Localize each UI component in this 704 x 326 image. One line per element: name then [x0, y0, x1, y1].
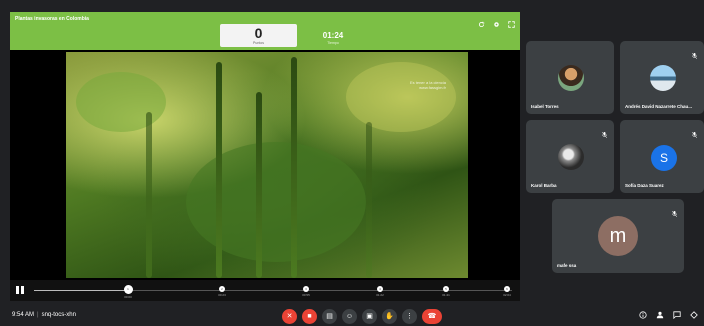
chapter-marker-time: 00:00 [124, 294, 132, 299]
mic-off-icon: ✕ [286, 313, 293, 320]
more-options-button[interactable]: ⋮ [402, 309, 417, 324]
chapter-marker[interactable]: 6 02:04 [502, 286, 512, 297]
chapter-marker-number: 5 [443, 286, 449, 292]
fullscreen-icon[interactable] [508, 15, 515, 28]
chapter-marker-number: 2 [219, 286, 225, 292]
plant-stem [291, 57, 297, 278]
participant-tile[interactable]: Andrés David Nazarrete Chau... [620, 41, 704, 114]
chat-icon[interactable] [673, 311, 681, 320]
video-watermark: Es tener a la ciencia www.fassgim.fr [409, 80, 446, 90]
chapter-marker[interactable]: 5 01:41 [441, 286, 451, 297]
more-options-icon: ⋮ [406, 313, 413, 320]
captions-icon: ▤ [326, 313, 333, 320]
captions-button[interactable]: ▤ [322, 309, 337, 324]
chapter-marker-time: 01:41 [442, 293, 450, 297]
presentation-title: Plantas invasoras en Colombia [15, 16, 89, 22]
call-controls: ✕ ■ ▤ ☺ ▣ ✋ ⋮ ☎ [282, 309, 442, 324]
mic-off-icon [671, 204, 678, 218]
foliage-blur [346, 62, 456, 132]
settings-icon[interactable] [493, 15, 500, 27]
timer-value: 01:24 [322, 31, 344, 40]
emoji-button[interactable]: ☺ [342, 309, 357, 324]
participant-tile[interactable]: m mafe ssa [552, 199, 684, 273]
chapter-marker-time: 00:55 [302, 293, 310, 297]
shared-presentation: Plantas invasoras en Colombia 0 Puntos 0… [10, 12, 520, 301]
participant-name: Andrés David Nazarrete Chau... [625, 104, 693, 109]
chapter-marker-time: 02:04 [503, 293, 511, 297]
participant-name: Karol Barba [531, 183, 557, 188]
participant-name: Isabel Torres [531, 104, 559, 109]
video-controls: 1 00:00 2 00:23 3 00:55 4 01:22 5 01:41 6 02:04 [10, 280, 520, 301]
chapter-marker[interactable]: 3 00:55 [301, 286, 311, 297]
foliage-blur [186, 142, 366, 262]
video-frame-plants[interactable]: Es tener a la ciencia www.fassgim.fr [66, 52, 468, 278]
chapter-marker-time: 00:23 [218, 293, 226, 297]
avatar [558, 144, 584, 170]
participant-name: Sofía Daza Suarez [625, 183, 664, 188]
score-label: Puntos [253, 41, 264, 45]
pause-icon[interactable] [16, 286, 24, 294]
present-button[interactable]: ▣ [362, 309, 377, 324]
chapter-marker-number: 4 [377, 286, 383, 292]
clock-time: 9:54 AM [12, 312, 35, 318]
participant-name: mafe ssa [557, 263, 577, 268]
meeting-code: snq-tocs-xhn [41, 312, 76, 318]
camera-off-button[interactable]: ■ [302, 309, 317, 324]
score-value: 0 [254, 25, 263, 41]
plant-stem [366, 122, 372, 278]
people-icon[interactable] [656, 311, 664, 319]
mic-off-icon [601, 125, 608, 139]
participant-tile[interactable]: S Sofía Daza Suarez [620, 120, 704, 193]
timer: 01:24 Tiempo [313, 31, 353, 45]
side-panel-icons [639, 311, 698, 320]
mic-off-icon [691, 125, 698, 139]
progress-fill [34, 290, 128, 291]
avatar: S [651, 145, 677, 171]
participant-tile[interactable]: Karol Barba [526, 120, 614, 193]
emoji-icon: ☺ [345, 313, 354, 320]
raise-hand-icon: ✋ [385, 313, 394, 320]
participant-tile[interactable]: Isabel Torres [526, 41, 614, 114]
chapter-marker-number: 3 [303, 286, 309, 292]
camera-off-icon: ■ [307, 313, 312, 320]
raise-hand-button[interactable]: ✋ [382, 309, 397, 324]
refresh-icon[interactable] [478, 15, 485, 28]
timer-label: Tiempo [327, 41, 339, 45]
chapter-marker[interactable]: 1 00:00 [123, 284, 133, 299]
plant-stem [256, 92, 262, 278]
foliage-blur [76, 72, 166, 132]
plant-stem [146, 112, 152, 278]
meeting-info: 9:54 AM | snq-tocs-xhn [12, 312, 76, 318]
presentation-toolbar [478, 15, 515, 28]
mic-off-button[interactable]: ✕ [282, 309, 297, 324]
meeting-bottom-bar: 9:54 AM | snq-tocs-xhn ✕ ■ ▤ ☺ ▣ ✋ ⋮ ☎ [0, 304, 704, 326]
presentation-header: Plantas invasoras en Colombia 0 Puntos 0… [10, 12, 520, 50]
meeting-details-icon[interactable] [639, 311, 647, 319]
separator: | [37, 312, 39, 318]
present-icon: ▣ [366, 313, 373, 320]
chapter-marker-time: 01:22 [376, 293, 384, 297]
chapter-marker-number: 6 [504, 286, 510, 292]
hangup-button[interactable]: ☎ [422, 309, 442, 324]
chapter-marker[interactable]: 4 01:22 [375, 286, 385, 297]
score-box: 0 Puntos [220, 24, 297, 47]
hangup-icon: ☎ [427, 313, 437, 320]
avatar: m [598, 216, 638, 256]
avatar [558, 65, 584, 91]
chapter-marker[interactable]: 2 00:23 [217, 286, 227, 297]
mic-off-icon [691, 46, 698, 60]
avatar [650, 65, 676, 91]
chapter-marker-number: 1 [123, 284, 133, 294]
activities-icon[interactable] [690, 311, 698, 319]
plant-stem [216, 62, 222, 278]
